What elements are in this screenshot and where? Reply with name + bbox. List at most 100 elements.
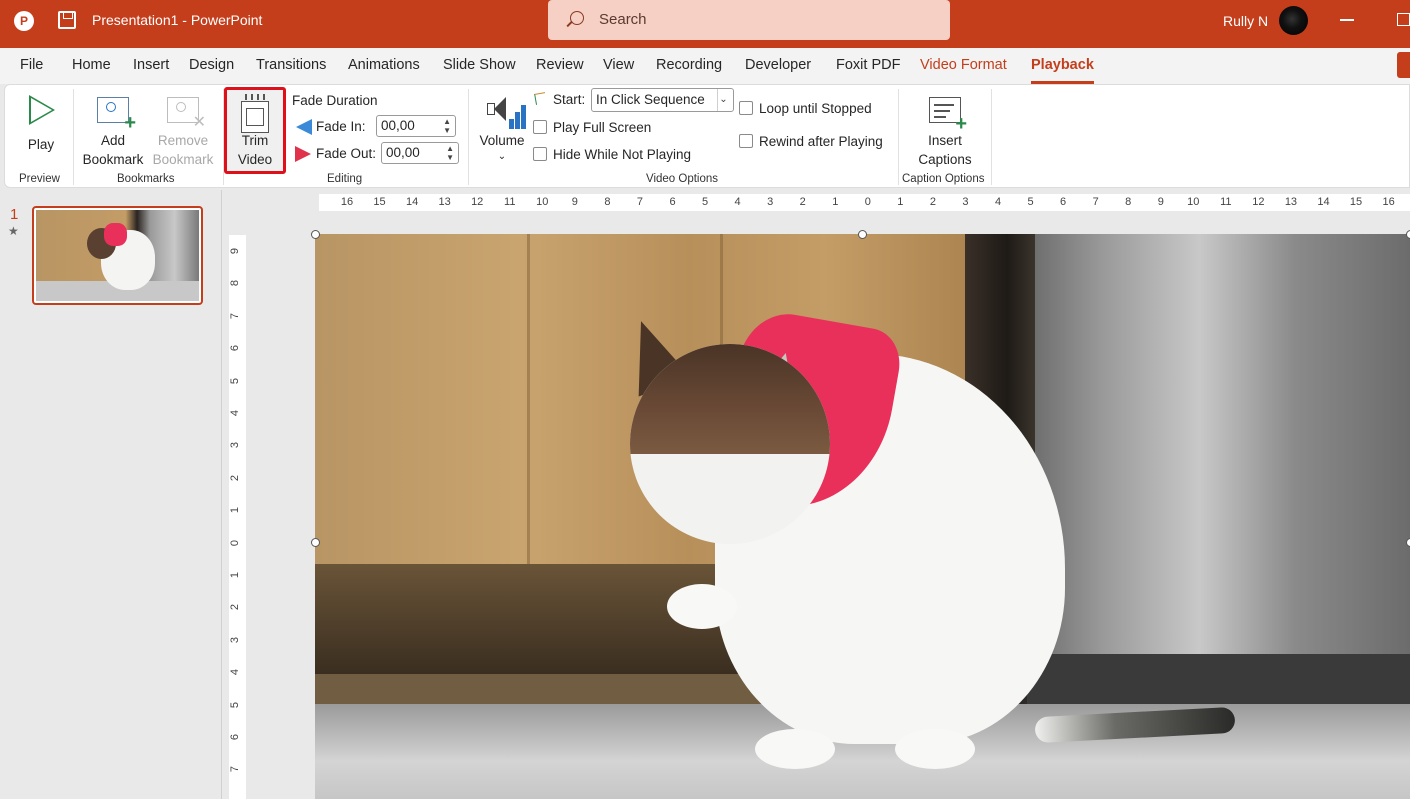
tab-home[interactable]: Home: [72, 57, 111, 73]
maximize-icon[interactable]: [1397, 13, 1410, 26]
start-select-value: In Click Sequence: [596, 92, 705, 107]
ruler-tick-label: 13: [1284, 196, 1298, 208]
tab-insert[interactable]: Insert: [133, 57, 169, 73]
group-label-preview: Preview: [19, 173, 60, 185]
ruler-tick-label: 7: [229, 312, 242, 319]
ruler-tick-label: 1: [832, 196, 839, 208]
save-icon[interactable]: [58, 11, 76, 29]
video-object[interactable]: [315, 234, 1410, 799]
tab-foxit-pdf[interactable]: Foxit PDF: [836, 57, 900, 73]
ruler-tick-label: 1: [229, 507, 242, 514]
tab-slide-show[interactable]: Slide Show: [443, 57, 516, 73]
insert-captions-button[interactable]: + Insert Captions: [903, 91, 987, 171]
insert-captions-label-2: Captions: [918, 152, 972, 167]
resize-handle-top-right[interactable]: [1406, 230, 1410, 239]
resize-handle-middle-left[interactable]: [311, 538, 320, 547]
hide-while-not-playing-checkbox[interactable]: [533, 147, 547, 161]
ruler-tick-label: 3: [229, 442, 242, 449]
add-bookmark-button[interactable]: + Add Bookmark: [77, 91, 149, 171]
insert-captions-label-1: Insert: [928, 133, 962, 148]
ribbon-edge-button[interactable]: [1397, 52, 1410, 78]
ruler-tick-label: 16: [1382, 196, 1395, 208]
animation-star-icon: ★: [8, 224, 19, 238]
tab-developer[interactable]: Developer: [745, 57, 811, 73]
slide-editor: 16 15 14 13 12 11 10 9 8 7 6 5 4 3 2 1 0 1 2 3 4 5 6 7 8 9 10 11 12 1…: [223, 190, 1410, 799]
search-icon: [570, 11, 584, 25]
fade-in-value: 00,00: [381, 118, 415, 133]
search-input[interactable]: Search: [548, 0, 950, 40]
play-full-screen-checkbox[interactable]: [533, 120, 547, 134]
remove-bookmark-label-1: Remove: [157, 133, 209, 148]
fade-out-stepper[interactable]: 00,00 ▲ ▼: [381, 142, 459, 164]
fade-in-icon: [296, 119, 312, 135]
tab-file[interactable]: File: [20, 57, 43, 73]
ruler-tick-label: 1: [229, 571, 242, 579]
start-flag-icon: [535, 93, 549, 107]
ruler-tick-label: 3: [767, 196, 774, 208]
fade-out-value: 00,00: [386, 145, 420, 160]
start-select[interactable]: In Click Sequence ⌄: [591, 88, 734, 112]
tab-recording[interactable]: Recording: [656, 57, 722, 73]
slide-number: 1: [10, 206, 19, 223]
ruler-tick-label: 5: [229, 377, 242, 384]
group-label-bookmarks: Bookmarks: [117, 173, 175, 185]
add-bookmark-label-1: Add: [100, 133, 126, 148]
ruler-tick-label: 12: [471, 196, 484, 208]
ruler-tick-label: 13: [438, 196, 451, 208]
ruler-tick-label: 15: [1349, 196, 1363, 208]
ruler-tick-label: 2: [229, 604, 242, 611]
insert-captions-icon: +: [929, 97, 967, 134]
ruler-tick-label: 6: [669, 196, 676, 208]
stepper-arrows-icon[interactable]: ▲ ▼: [443, 117, 451, 135]
rewind-after-playing-checkbox[interactable]: [739, 134, 753, 148]
ruler-tick-label: 15: [373, 196, 386, 208]
fade-in-label: Fade In:: [316, 119, 366, 134]
play-button[interactable]: Play: [15, 91, 67, 171]
resize-handle-top-left[interactable]: [311, 230, 320, 239]
minimize-icon[interactable]: [1340, 19, 1354, 21]
tab-animations[interactable]: Animations: [348, 57, 420, 73]
avatar[interactable]: [1279, 6, 1308, 35]
ruler-tick-label: 10: [1187, 196, 1200, 208]
volume-button[interactable]: Volume ⌄: [475, 91, 529, 171]
trim-video-button[interactable]: Trim Video: [227, 91, 283, 171]
tab-transitions[interactable]: Transitions: [256, 57, 326, 73]
stepper-arrows-icon[interactable]: ▲ ▼: [446, 144, 454, 162]
ruler-tick-label: 3: [229, 636, 242, 643]
loop-until-stopped-checkbox[interactable]: [739, 101, 753, 115]
tab-design[interactable]: Design: [189, 57, 234, 73]
ruler-tick-label: 4: [994, 196, 1002, 208]
ruler-tick-label: 8: [1125, 196, 1132, 208]
ruler-tick-label: 6: [229, 345, 242, 352]
tab-view[interactable]: View: [603, 57, 634, 73]
fade-in-stepper[interactable]: 00,00 ▲ ▼: [376, 115, 456, 137]
remove-bookmark-button[interactable]: ✕ Remove Bookmark: [147, 91, 219, 171]
tab-playback[interactable]: Playback: [1031, 57, 1094, 84]
ruler-tick-label: 12: [1252, 196, 1265, 208]
user-name[interactable]: Rully N: [1223, 13, 1268, 29]
powerpoint-logo-icon: P: [14, 11, 34, 31]
ruler-tick-label: 8: [229, 280, 242, 287]
start-label: Start:: [553, 92, 586, 107]
slide-thumbnail[interactable]: [32, 206, 203, 305]
ruler-tick-label: 5: [1027, 196, 1034, 208]
group-separator: [468, 89, 469, 185]
play-icon: [29, 95, 55, 125]
slide-thumbnail-image: [36, 210, 199, 301]
ruler-tick-label: 2: [929, 196, 936, 208]
tab-review[interactable]: Review: [536, 57, 584, 73]
chevron-down-icon[interactable]: ⌄: [717, 89, 729, 111]
tab-video-format[interactable]: Video Format: [920, 57, 1007, 73]
ruler-tick-label: 5: [701, 196, 709, 208]
fade-out-icon: [295, 146, 311, 162]
ruler-tick-label: 0: [229, 539, 242, 546]
ruler-tick-label: 11: [1220, 196, 1232, 208]
group-separator: [991, 89, 992, 185]
resize-handle-top-center[interactable]: [858, 230, 867, 239]
document-title: Presentation1 - PowerPoint: [92, 12, 263, 28]
resize-handle-middle-right[interactable]: [1406, 538, 1410, 547]
rewind-after-playing-label: Rewind after Playing: [759, 134, 883, 149]
ruler-tick-label: 11: [504, 196, 516, 208]
title-bar: P Presentation1 - PowerPoint Search Rull…: [0, 0, 1410, 48]
group-separator: [73, 89, 74, 185]
